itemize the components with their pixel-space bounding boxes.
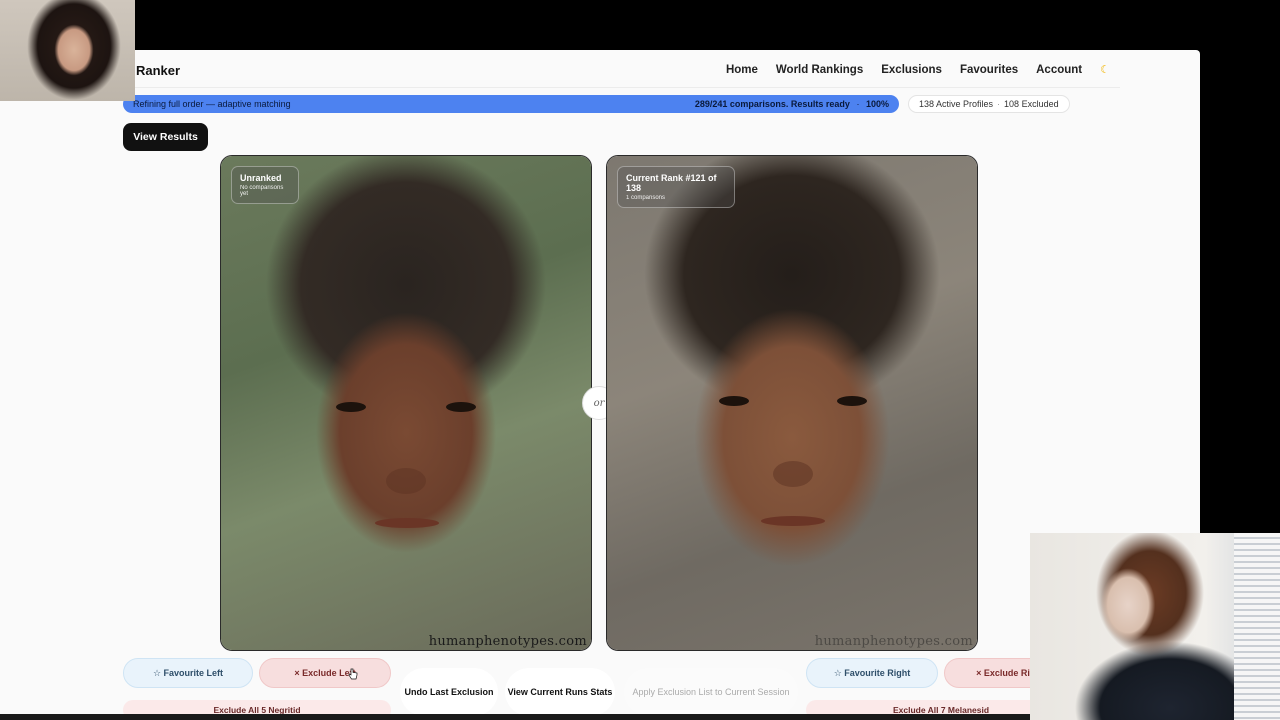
nav-exclusions[interactable]: Exclusions <box>881 64 942 76</box>
right-rank-badge: Current Rank #121 of 138 1 comparisons <box>617 166 735 208</box>
apply-exclusion-button[interactable]: Apply Exclusion List to Current Session <box>624 668 798 716</box>
active-profiles-count: 138 Active Profiles <box>919 99 994 109</box>
progress-percent: 100% <box>865 99 889 109</box>
left-rank-badge: Unranked No comparisons yet <box>231 166 299 204</box>
webcam-overlay-top-left <box>0 0 135 101</box>
progress-status: Refining full order — adaptive matching <box>133 99 291 109</box>
left-profile-card[interactable]: Unranked No comparisons yet humanphenoty… <box>220 155 592 651</box>
nav-account[interactable]: Account <box>1036 64 1082 76</box>
profile-stats-badge: 138 Active Profiles · 108 Excluded <box>908 95 1070 113</box>
right-face-image <box>607 156 977 650</box>
left-watermark: humanphenotypes.com <box>428 634 587 649</box>
progress-bar: Refining full order — adaptive matching … <box>123 95 899 113</box>
left-face-image <box>221 156 591 650</box>
nav-favourites[interactable]: Favourites <box>960 64 1018 76</box>
top-nav: Home World Rankings Exclusions Favourite… <box>726 63 1110 77</box>
nav-divider <box>123 87 1120 88</box>
excluded-count: 108 Excluded <box>1004 99 1059 109</box>
moon-icon[interactable]: ☾ <box>1100 63 1110 76</box>
exclude-left-button[interactable]: × Exclude Left <box>259 658 391 688</box>
webcam-overlay-bottom-right <box>1030 533 1280 720</box>
screen: Ranker Home World Rankings Exclusions Fa… <box>0 0 1280 720</box>
undo-exclusion-button[interactable]: Undo Last Exclusion <box>400 668 498 716</box>
favourite-left-button[interactable]: ☆ Favourite Left <box>123 658 253 688</box>
favourite-right-button[interactable]: ☆ Favourite Right <box>806 658 938 688</box>
nav-world-rankings[interactable]: World Rankings <box>776 64 863 76</box>
nav-home[interactable]: Home <box>726 64 758 76</box>
right-watermark: humanphenotypes.com <box>814 634 973 649</box>
view-run-stats-button[interactable]: View Current Runs Stats <box>505 668 615 716</box>
right-profile-card[interactable]: Current Rank #121 of 138 1 comparisons h… <box>606 155 978 651</box>
view-results-button[interactable]: View Results <box>123 123 208 151</box>
app-brand[interactable]: Ranker <box>136 63 180 78</box>
browser-window: Ranker Home World Rankings Exclusions Fa… <box>0 50 1200 715</box>
hand-cursor-icon <box>348 668 358 680</box>
progress-count: 289/241 comparisons. Results ready · 100… <box>694 99 889 109</box>
